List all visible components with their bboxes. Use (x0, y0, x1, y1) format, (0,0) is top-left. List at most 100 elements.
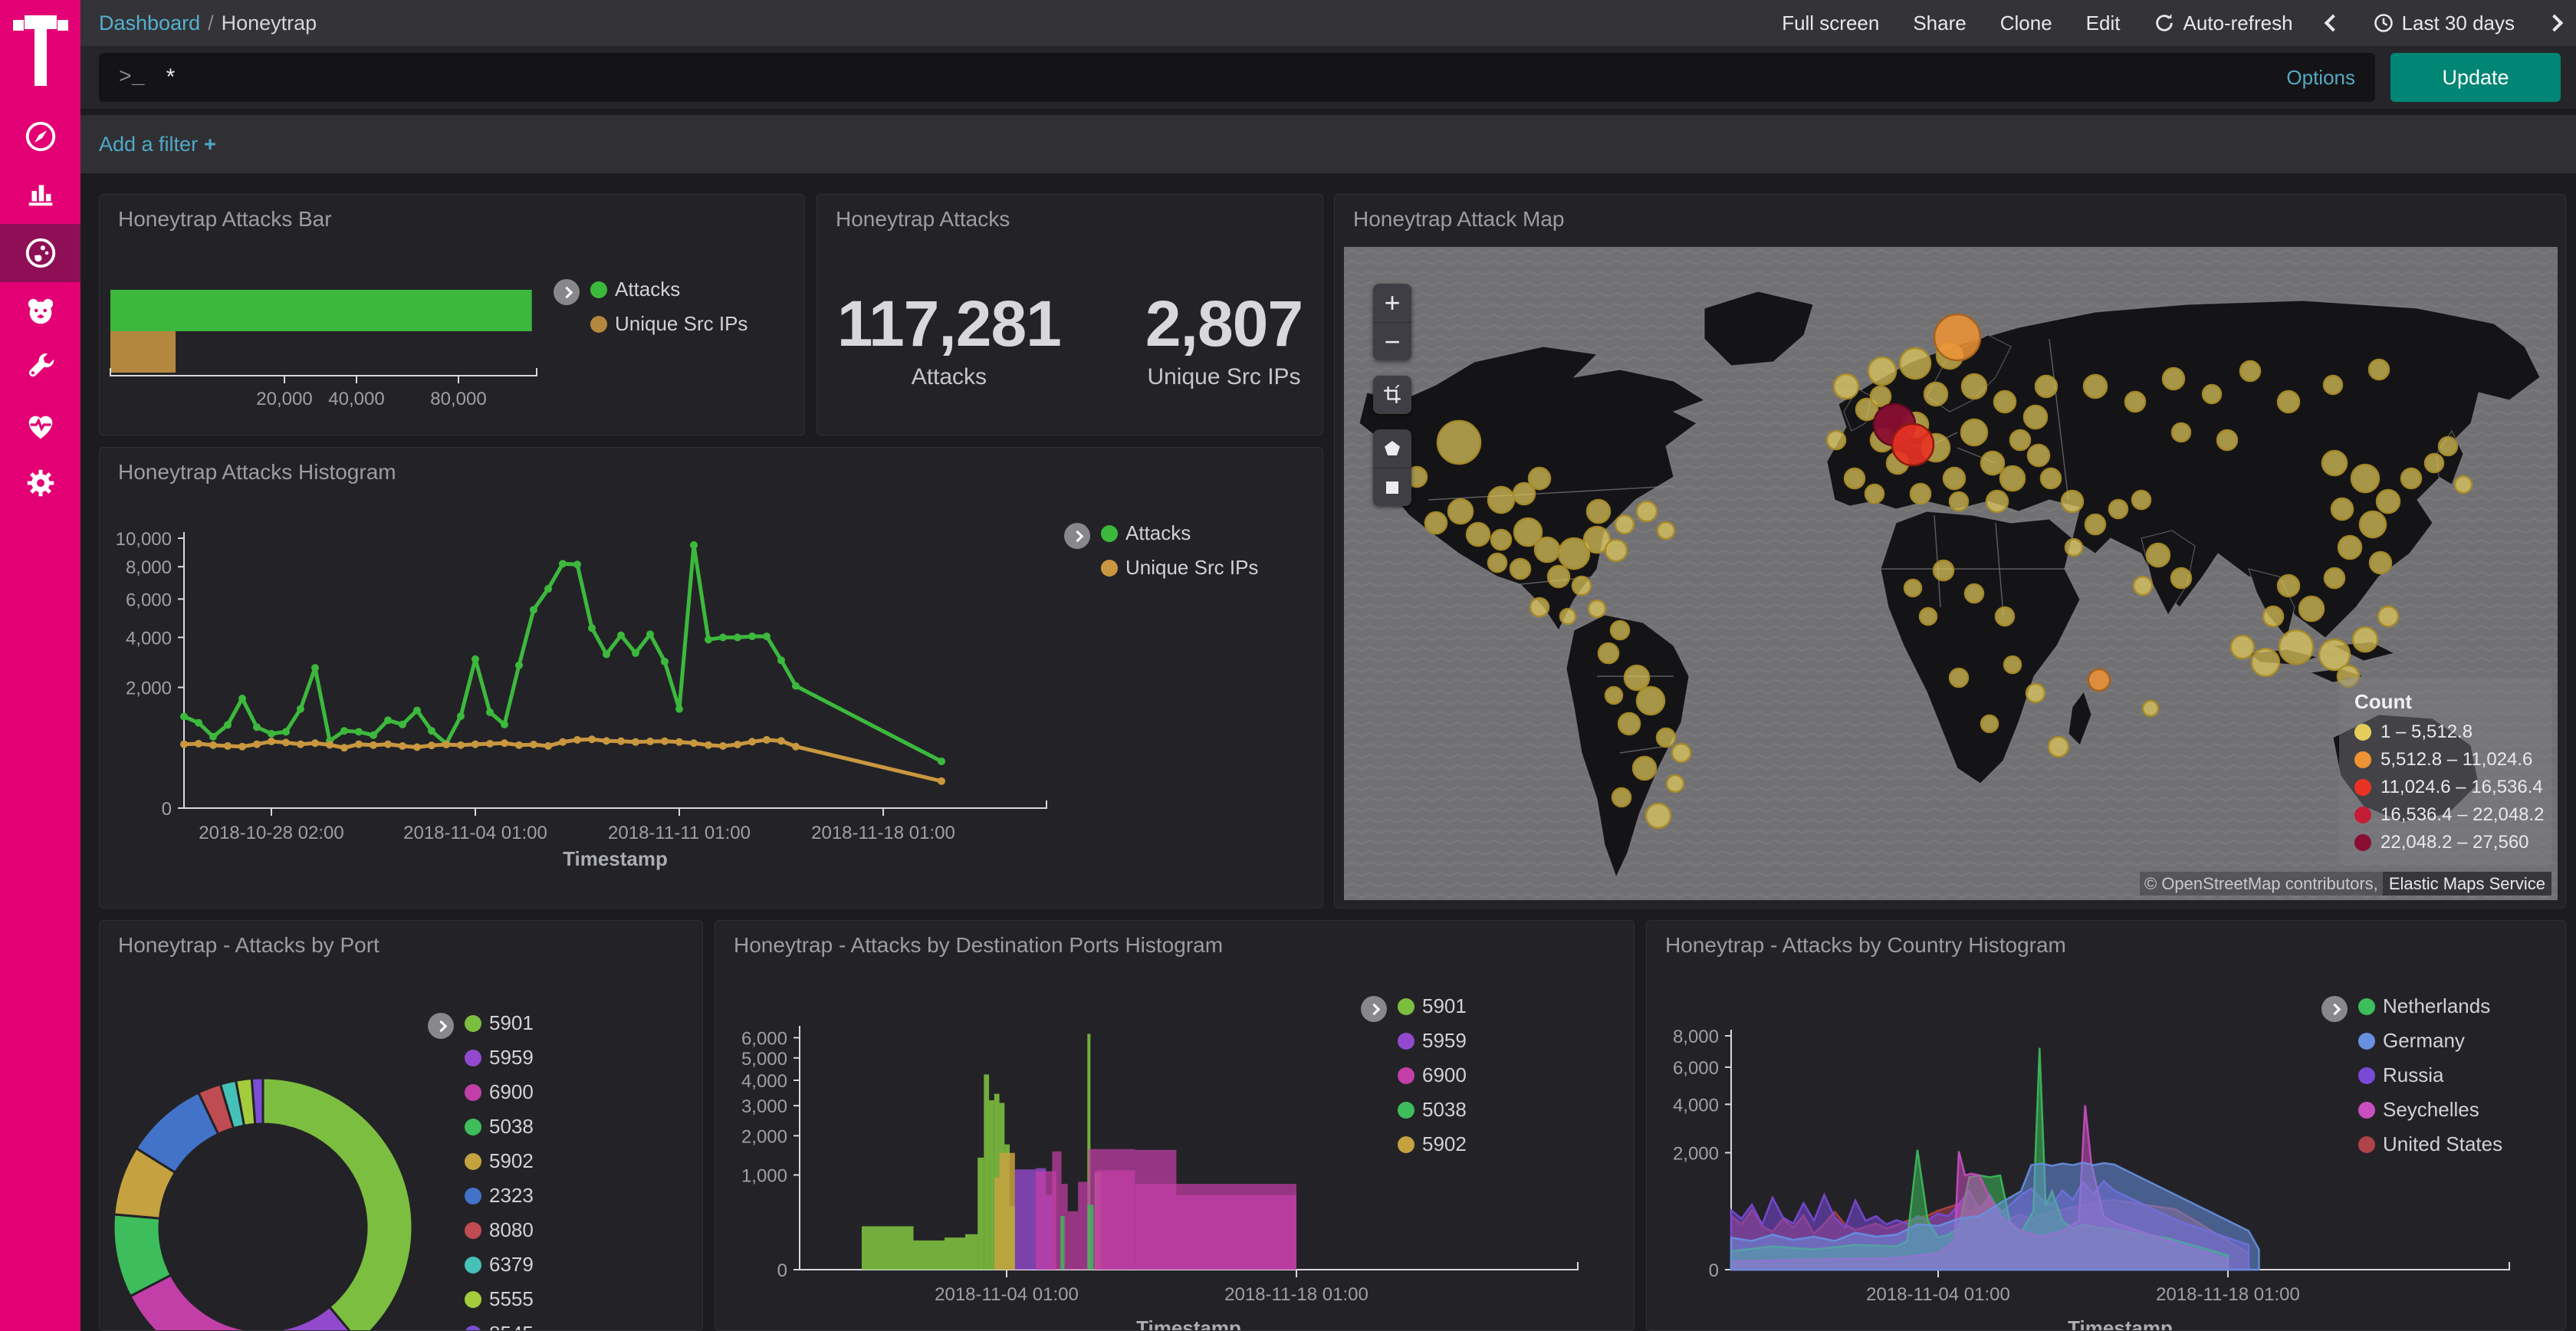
auto-refresh-button[interactable]: Auto-refresh (2154, 12, 2292, 35)
edit-button[interactable]: Edit (2086, 12, 2121, 35)
legend-item[interactable]: United States (2358, 1132, 2502, 1156)
attack-bubble[interactable] (2263, 606, 2283, 626)
osm-attribution[interactable]: © OpenStreetMap contributors, (2140, 872, 2383, 896)
legend-item[interactable]: 5038 (1398, 1098, 1467, 1122)
attack-bubble[interactable] (2322, 451, 2347, 475)
options-link[interactable]: Options (2286, 66, 2355, 90)
attack-bubble[interactable] (2109, 500, 2128, 518)
attack-bubble[interactable] (2324, 376, 2342, 394)
attack-bubble[interactable] (1827, 431, 1845, 449)
attack-bubble[interactable] (2036, 376, 2057, 397)
attack-bubble[interactable] (2370, 552, 2391, 573)
dest-ports-chart[interactable]: 01,0002,0003,0004,0005,0006,0002018-11-0… (715, 921, 1635, 1331)
attack-bubble[interactable] (2028, 445, 2049, 466)
attack-bubble[interactable] (1934, 560, 1953, 580)
attack-bubble[interactable] (1589, 600, 1605, 617)
attack-bubble[interactable] (2049, 737, 2068, 757)
legend-item[interactable]: 6379 (465, 1253, 534, 1277)
attack-bubble[interactable] (1611, 621, 1629, 639)
attack-bubble[interactable] (2065, 539, 2082, 556)
attack-bubble[interactable] (1491, 530, 1511, 550)
draw-rectangle-button[interactable] (1373, 468, 1411, 506)
attack-bubble[interactable] (1625, 666, 1649, 690)
attack-bubble[interactable] (2134, 577, 2152, 595)
attack-bubble[interactable] (1911, 484, 1930, 504)
fit-bounds-button[interactable] (1373, 376, 1411, 414)
legend-item[interactable]: 5901 (465, 1011, 534, 1035)
attack-bubble[interactable] (2338, 536, 2361, 559)
attack-bubble[interactable] (2455, 476, 2472, 493)
attack-bubble[interactable] (2425, 454, 2443, 472)
legend-item[interactable]: 5555 (465, 1287, 534, 1311)
attack-bubble[interactable] (1560, 609, 1576, 624)
attack-bubble[interactable] (1448, 499, 1473, 524)
legend-item[interactable]: Seychelles (2358, 1098, 2502, 1122)
attack-bubble[interactable] (1950, 492, 1968, 511)
attack-bubble[interactable] (1488, 554, 1506, 572)
legend-item[interactable]: 6900 (465, 1080, 534, 1104)
legend-item[interactable]: 5959 (1398, 1029, 1467, 1053)
attack-bubble[interactable] (1572, 577, 1591, 595)
attack-bubble[interactable] (1996, 607, 2014, 626)
legend-toggle-button[interactable] (1064, 523, 1090, 549)
legend-item[interactable]: 8080 (465, 1218, 534, 1242)
attack-bubble[interactable] (1924, 383, 1947, 406)
sidebar-item-dashboard[interactable] (0, 224, 80, 282)
attack-bubble[interactable] (2143, 701, 2158, 716)
attack-bubble[interactable] (1615, 515, 1634, 534)
attack-bubble[interactable] (2278, 391, 2299, 412)
legend-item[interactable]: Russia (2358, 1063, 2502, 1087)
attack-bubble[interactable] (1548, 566, 1569, 587)
attack-bubble[interactable] (2401, 468, 2421, 488)
attack-bubble[interactable] (1667, 775, 1684, 792)
attack-bubble[interactable] (2163, 368, 2184, 389)
attack-bubble[interactable] (2010, 430, 2030, 450)
time-range-button[interactable]: Last 30 days (2373, 12, 2515, 35)
attack-bubble[interactable] (1425, 512, 1447, 534)
legend-item[interactable]: Unique Src IPs (1101, 556, 1258, 580)
attack-bubble[interactable] (1633, 757, 1656, 780)
search-input[interactable]: >_ * Options (99, 53, 2375, 102)
attack-bubble[interactable] (2439, 437, 2457, 455)
legend-toggle-button[interactable] (2321, 996, 2348, 1022)
attack-bubble[interactable] (1646, 804, 1671, 828)
attack-bubble[interactable] (1637, 687, 1664, 715)
query-value[interactable]: * (166, 64, 2287, 90)
attack-bubble[interactable] (1529, 468, 1550, 489)
attack-bubble[interactable] (1981, 452, 2004, 475)
legend-item[interactable]: Unique Src IPs (590, 312, 748, 336)
legend-item[interactable]: 5901 (1398, 994, 1467, 1018)
port-donut-chart[interactable] (100, 921, 703, 1331)
attack-bubble[interactable] (1944, 468, 1965, 489)
clone-button[interactable]: Clone (2000, 12, 2052, 35)
zoom-out-button[interactable]: − (1373, 322, 1411, 360)
legend-item[interactable]: 5959 (465, 1046, 534, 1070)
attack-bubble[interactable] (2147, 544, 2170, 567)
attack-bubble[interactable] (1488, 487, 1514, 513)
attack-bubble[interactable] (1657, 728, 1675, 747)
sidebar-item-timelion[interactable] (0, 282, 80, 340)
attack-bubble[interactable] (1510, 559, 1530, 579)
attack-bubble[interactable] (2041, 468, 2061, 488)
sidebar-item-visualize[interactable] (0, 163, 80, 222)
attack-bubble[interactable] (2125, 392, 2145, 412)
legend-item[interactable]: Attacks (590, 278, 748, 301)
attack-bubble[interactable] (2351, 465, 2379, 492)
attack-bubble[interactable] (2203, 385, 2221, 403)
attack-bubble[interactable] (1605, 540, 1627, 561)
attack-bubble[interactable] (2000, 466, 2025, 491)
draw-polygon-button[interactable] (1373, 429, 1411, 468)
legend-item[interactable]: 5902 (1398, 1132, 1467, 1156)
attack-bubble[interactable] (2252, 649, 2279, 676)
attack-bubble[interactable] (1900, 348, 1930, 379)
legend-toggle-button[interactable] (1361, 996, 1387, 1022)
update-button[interactable]: Update (2390, 53, 2561, 102)
attacks-line-chart[interactable]: 02,0004,0006,0008,00010,0002018-10-28 02… (100, 448, 1323, 909)
legend-item[interactable]: Netherlands (2358, 994, 2502, 1018)
legend-toggle-button[interactable] (428, 1013, 454, 1039)
attack-bubble[interactable] (2299, 596, 2324, 621)
attack-bubble[interactable] (2360, 511, 2386, 537)
time-back-button[interactable] (2327, 17, 2339, 29)
legend-item[interactable]: 8545 (465, 1322, 534, 1331)
sidebar-item-monitoring[interactable] (0, 396, 80, 455)
